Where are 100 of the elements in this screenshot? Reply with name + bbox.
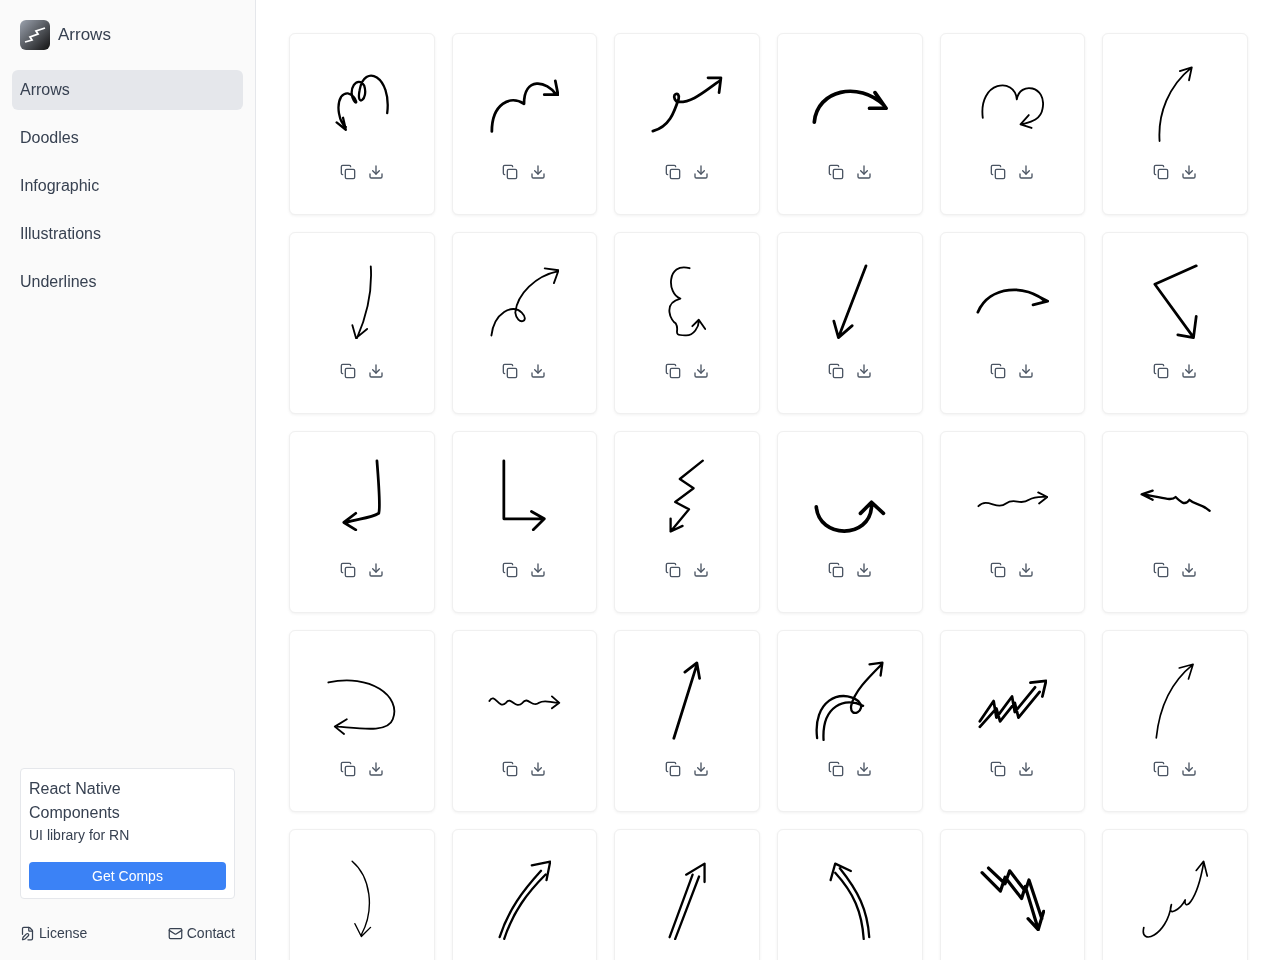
copy-button[interactable] [827, 164, 844, 180]
download-button[interactable] [530, 561, 547, 578]
sidebar-item[interactable]: Doodles [12, 118, 243, 158]
copy-icon [665, 163, 682, 180]
arrow-drawing [334, 74, 389, 132]
copy-button[interactable] [827, 363, 844, 379]
copy-icon [339, 363, 356, 379]
copy-icon [665, 561, 682, 578]
download-icon [693, 761, 710, 777]
download-button[interactable] [1181, 164, 1198, 180]
download-button[interactable] [855, 363, 872, 379]
download-button[interactable] [855, 164, 872, 180]
copy-button[interactable] [990, 163, 1007, 180]
copy-icon [827, 761, 844, 777]
download-button[interactable] [1181, 363, 1198, 379]
download-icon [1181, 164, 1198, 180]
mail-icon [167, 926, 183, 941]
copy-icon [502, 761, 519, 777]
download-button[interactable] [367, 561, 384, 578]
copy-button[interactable] [665, 163, 682, 180]
sidebar-item[interactable]: Arrows [12, 70, 243, 110]
download-button[interactable] [1018, 363, 1035, 379]
download-icon [855, 164, 872, 180]
copy-icon [1153, 562, 1170, 578]
download-icon [693, 163, 710, 180]
copy-button[interactable] [990, 760, 1007, 777]
download-icon [1181, 562, 1198, 578]
copy-button[interactable] [827, 561, 844, 578]
download-button[interactable] [1018, 760, 1035, 777]
copy-icon [827, 561, 844, 578]
copy-button[interactable] [990, 363, 1007, 379]
copy-button[interactable] [339, 164, 356, 180]
download-icon [367, 363, 384, 379]
arrow-drawing [327, 679, 397, 736]
copy-icon [990, 363, 1007, 379]
download-icon [1018, 363, 1035, 379]
download-icon [855, 761, 872, 777]
copy-button[interactable] [339, 363, 356, 379]
copy-icon [665, 362, 682, 379]
download-icon [530, 362, 547, 379]
contact-link[interactable]: Contact [167, 923, 235, 944]
download-button[interactable] [693, 362, 710, 379]
copy-button[interactable] [1153, 164, 1170, 180]
download-button[interactable] [530, 761, 547, 777]
download-button[interactable] [530, 362, 547, 379]
download-button[interactable] [693, 561, 710, 578]
download-button[interactable] [855, 761, 872, 777]
download-button[interactable] [530, 163, 547, 180]
copy-icon [1153, 761, 1170, 777]
copy-icon [1153, 164, 1170, 180]
copy-button[interactable] [502, 163, 519, 180]
copy-button[interactable] [1153, 562, 1170, 578]
arrow-drawing [979, 865, 1046, 932]
download-icon [530, 561, 547, 578]
copy-button[interactable] [339, 561, 356, 578]
get-comps-button[interactable]: Get Comps [29, 862, 226, 890]
promo-title: React Native Components [29, 779, 122, 823]
copy-button[interactable] [1153, 363, 1170, 379]
download-button[interactable] [1018, 163, 1035, 180]
arrow-drawing [489, 79, 560, 134]
download-button[interactable] [1181, 761, 1198, 777]
copy-icon [827, 363, 844, 379]
download-icon [1181, 761, 1198, 777]
copy-button[interactable] [502, 561, 519, 578]
download-button[interactable] [1018, 561, 1035, 578]
download-button[interactable] [367, 363, 384, 379]
copy-button[interactable] [665, 761, 682, 777]
download-button[interactable] [367, 761, 384, 777]
copy-button[interactable] [827, 761, 844, 777]
arrow-drawing [489, 266, 560, 337]
copy-button[interactable] [990, 561, 1007, 578]
sidebar-item[interactable]: Underlines [12, 262, 243, 302]
copy-icon [502, 163, 519, 180]
download-icon [1018, 760, 1035, 777]
download-icon [530, 163, 547, 180]
download-icon [1018, 163, 1035, 180]
copy-icon [339, 164, 356, 180]
sidebar-item[interactable]: Infographic [12, 166, 243, 206]
download-button[interactable] [693, 163, 710, 180]
copy-button[interactable] [502, 362, 519, 379]
download-button[interactable] [855, 561, 872, 578]
sidebar-item[interactable]: Illustrations [12, 214, 243, 254]
app-title: Arrows [58, 24, 111, 47]
arrow-drawing [1139, 489, 1211, 513]
promo-subtitle: UI library for RN [29, 826, 131, 845]
copy-button[interactable] [502, 761, 519, 777]
license-link[interactable]: License [20, 923, 88, 944]
arrow-drawing [667, 265, 707, 337]
copy-button[interactable] [665, 561, 682, 578]
download-button[interactable] [367, 164, 384, 180]
copy-button[interactable] [1153, 761, 1170, 777]
copy-icon [339, 761, 356, 777]
download-button[interactable] [693, 761, 710, 777]
copy-button[interactable] [339, 761, 356, 777]
download-button[interactable] [1181, 562, 1198, 578]
copy-icon [665, 761, 682, 777]
copy-button[interactable] [665, 362, 682, 379]
download-icon [530, 761, 547, 777]
copy-icon [502, 362, 519, 379]
download-icon [1018, 561, 1035, 578]
